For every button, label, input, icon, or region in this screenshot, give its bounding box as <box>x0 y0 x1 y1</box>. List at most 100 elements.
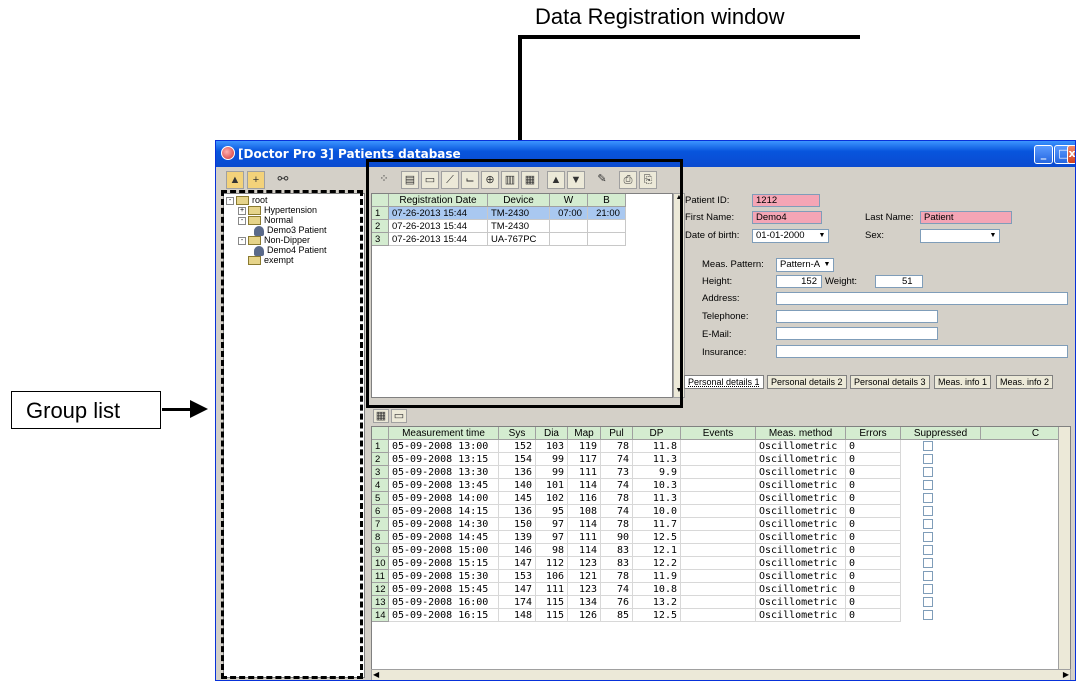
email-label: E-Mail: <box>702 329 732 340</box>
tab-personal-details-2[interactable]: Personal details 2 <box>767 375 847 389</box>
table-cell <box>681 440 756 453</box>
suppressed-checkbox[interactable] <box>923 493 933 503</box>
address-field[interactable] <box>776 292 1068 305</box>
patient-id-field[interactable]: 1212 <box>752 194 820 207</box>
table-cell: 153 <box>499 570 536 583</box>
tab-meas-info-1[interactable]: Meas. info 1 <box>934 375 992 389</box>
table-cell: 74 <box>601 479 633 492</box>
table-cell <box>681 453 756 466</box>
table-cell: 12.1 <box>633 544 681 557</box>
scroll-right-icon[interactable]: ▶ <box>1063 670 1069 679</box>
graph-icon[interactable]: ▭ <box>391 409 407 423</box>
suppressed-checkbox[interactable] <box>923 584 933 594</box>
horizontal-scrollbar[interactable]: ◀ ▶ <box>371 669 1071 680</box>
height-field[interactable]: 152 <box>776 275 822 288</box>
table-cell <box>681 596 756 609</box>
suppressed-checkbox[interactable] <box>923 558 933 568</box>
tab-meas-info-2[interactable]: Meas. info 2 <box>996 375 1054 389</box>
column-header[interactable]: Meas. method <box>756 427 846 440</box>
table-cell <box>681 505 756 518</box>
column-header[interactable]: Map <box>568 427 601 440</box>
column-header[interactable]: DP <box>633 427 681 440</box>
close-button[interactable]: x <box>1067 145 1075 164</box>
measurement-grid[interactable]: Measurement time Sys Dia Map Pul DP Events Meas… <box>371 426 1071 671</box>
telephone-label: Telephone: <box>702 311 749 322</box>
email-field[interactable] <box>776 327 938 340</box>
table-cell: 0 <box>846 453 901 466</box>
table-cell: 116 <box>568 492 601 505</box>
table-cell: 0 <box>846 479 901 492</box>
last-name-field[interactable]: Patient <box>920 211 1012 224</box>
table-cell <box>681 466 756 479</box>
chevron-down-icon: ▼ <box>989 232 997 239</box>
table-cell: 101 <box>536 479 568 492</box>
table-cell: 136 <box>499 505 536 518</box>
table-cell: 111 <box>536 583 568 596</box>
vertical-scrollbar[interactable] <box>1058 427 1070 670</box>
weight-field[interactable]: 51 <box>875 275 923 288</box>
meas-pattern-select[interactable]: Pattern-A ▼ <box>776 258 834 272</box>
suppressed-checkbox[interactable] <box>923 545 933 555</box>
table-cell <box>681 479 756 492</box>
table-cell: 97 <box>536 518 568 531</box>
table-cell: 78 <box>601 518 633 531</box>
suppressed-checkbox[interactable] <box>923 480 933 490</box>
table-cell: 115 <box>536 596 568 609</box>
table-cell: 114 <box>568 479 601 492</box>
date-of-birth-picker[interactable]: 01-01-2000 ▼ <box>752 229 829 243</box>
column-header[interactable]: Pul <box>601 427 633 440</box>
suppressed-checkbox[interactable] <box>923 467 933 477</box>
scroll-left-icon[interactable]: ◀ <box>373 670 379 679</box>
suppressed-checkbox[interactable] <box>923 610 933 620</box>
table-cell: 0 <box>846 544 901 557</box>
table-cell: 98 <box>536 544 568 557</box>
table-cell <box>681 531 756 544</box>
grid-icon[interactable]: ▦ <box>373 409 389 423</box>
app-heart-icon <box>221 146 235 160</box>
tab-personal-details-1[interactable]: Personal details 1 <box>684 375 764 389</box>
table-cell: 05-09-2008 16:00 <box>389 596 499 609</box>
telephone-field[interactable] <box>776 310 938 323</box>
suppressed-checkbox[interactable] <box>923 454 933 464</box>
group-list-callout-box: Group list <box>11 391 161 429</box>
row-number: 13 <box>372 596 389 609</box>
table-cell: 148 <box>499 609 536 622</box>
table-cell: 12.5 <box>633 531 681 544</box>
column-header[interactable]: Suppressed <box>901 427 981 440</box>
table-cell: Oscillometric <box>756 570 846 583</box>
row-number: 11 <box>372 570 389 583</box>
insurance-field[interactable] <box>776 345 1068 358</box>
table-cell <box>681 583 756 596</box>
table-cell: 13.2 <box>633 596 681 609</box>
height-label: Height: <box>702 276 733 287</box>
suppressed-checkbox[interactable] <box>923 571 933 581</box>
row-number: 6 <box>372 505 389 518</box>
suppressed-checkbox[interactable] <box>923 597 933 607</box>
address-label: Address: <box>702 293 740 304</box>
column-header[interactable]: Sys <box>499 427 536 440</box>
suppressed-checkbox[interactable] <box>923 441 933 451</box>
suppressed-checkbox[interactable] <box>923 519 933 529</box>
column-header[interactable]: Dia <box>536 427 568 440</box>
first-name-field[interactable]: Demo4 <box>752 211 822 224</box>
table-cell: 95 <box>536 505 568 518</box>
column-header[interactable]: Events <box>681 427 756 440</box>
table-cell: Oscillometric <box>756 518 846 531</box>
table-cell: 0 <box>846 609 901 622</box>
minimize-button[interactable]: _ <box>1034 145 1053 164</box>
table-cell: 05-09-2008 14:45 <box>389 531 499 544</box>
suppressed-checkbox[interactable] <box>923 506 933 516</box>
table-cell <box>681 518 756 531</box>
table-cell: Oscillometric <box>756 453 846 466</box>
column-header[interactable]: Measurement time <box>389 427 499 440</box>
patient-id-label: Patient ID: <box>685 195 730 206</box>
open-folder-icon[interactable]: ▲ <box>226 171 244 189</box>
new-folder-icon[interactable]: + <box>247 171 265 189</box>
suppressed-checkbox[interactable] <box>923 532 933 542</box>
binoculars-search-icon[interactable]: ⚯ <box>274 171 292 189</box>
first-name-label: First Name: <box>685 212 735 223</box>
column-header[interactable]: Errors <box>846 427 901 440</box>
table-cell: 05-09-2008 13:15 <box>389 453 499 466</box>
sex-select[interactable]: ▼ <box>920 229 1000 243</box>
tab-personal-details-3[interactable]: Personal details 3 <box>850 375 930 389</box>
